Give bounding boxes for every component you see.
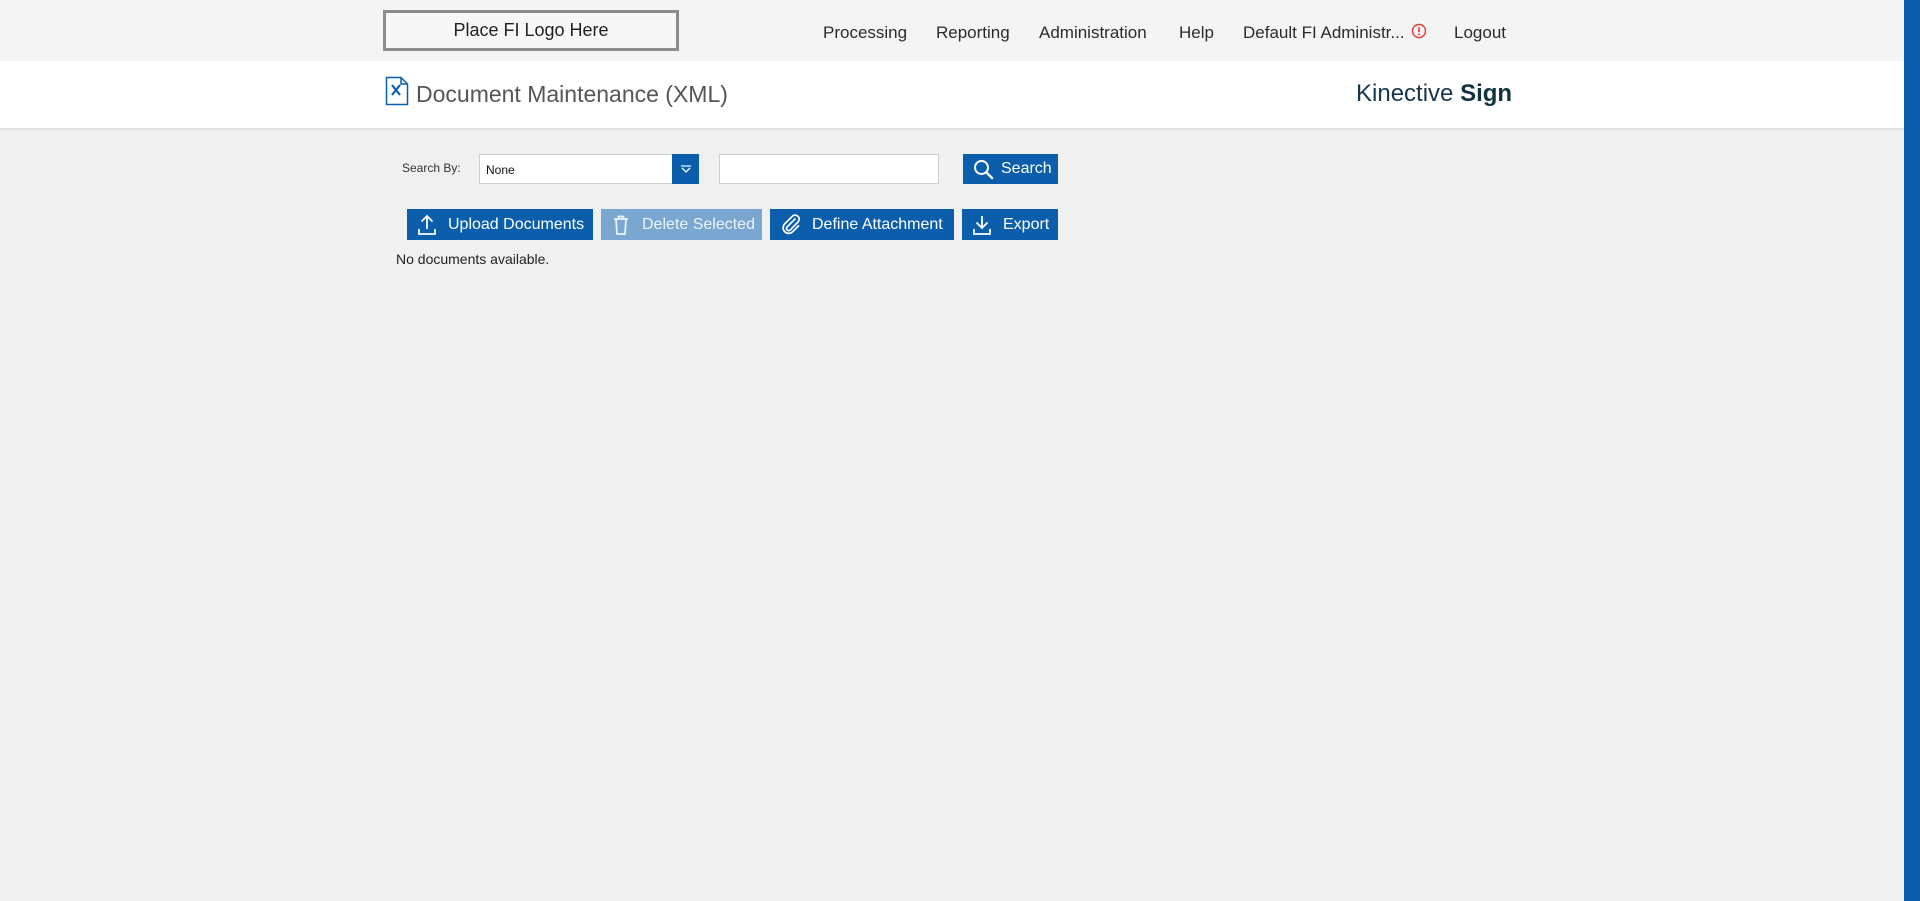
search-by-label: Search By:: [402, 161, 461, 175]
export-button[interactable]: Export: [962, 209, 1058, 240]
page-title: Document Maintenance (XML): [416, 81, 728, 107]
paperclip-icon: [780, 213, 802, 236]
define-attachment-button[interactable]: Define Attachment: [770, 209, 954, 240]
delete-selected-button[interactable]: Delete Selected: [601, 209, 762, 240]
search-input[interactable]: [719, 154, 939, 184]
xml-document-icon: [385, 76, 409, 111]
search-by-value: None: [486, 163, 515, 177]
nav-administration[interactable]: Administration: [1039, 22, 1147, 44]
brand-logo: Kinective Sign: [1356, 80, 1512, 108]
upload-documents-button[interactable]: Upload Documents: [407, 209, 593, 240]
chevron-down-icon: [680, 160, 692, 178]
dropdown-toggle[interactable]: [672, 154, 699, 184]
search-icon: [973, 159, 994, 180]
nav-logout[interactable]: Logout: [1454, 22, 1506, 44]
download-icon: [972, 214, 992, 236]
page-header: [0, 61, 1904, 128]
upload-icon: [417, 214, 437, 236]
search-by-select[interactable]: None: [479, 154, 699, 184]
alert-icon: [1411, 23, 1427, 44]
trash-icon: [611, 214, 631, 236]
search-button[interactable]: Search: [963, 154, 1058, 184]
delete-selected-label: Delete Selected: [642, 215, 755, 233]
upload-documents-label: Upload Documents: [448, 215, 585, 233]
define-attachment-label: Define Attachment: [812, 215, 943, 233]
right-edge-bar: [1904, 0, 1920, 901]
brand-name-bold: Sign: [1460, 80, 1513, 107]
fi-logo-placeholder[interactable]: Place FI Logo Here: [383, 10, 679, 51]
logo-text: Place FI Logo Here: [453, 20, 609, 40]
nav-user-menu[interactable]: Default FI Administr...: [1243, 22, 1427, 44]
nav-help[interactable]: Help: [1179, 22, 1214, 44]
user-name: Default FI Administr...: [1243, 23, 1405, 42]
nav-reporting[interactable]: Reporting: [936, 22, 1010, 44]
export-label: Export: [1003, 215, 1050, 233]
brand-name-light: Kinective: [1356, 80, 1461, 107]
empty-documents-message: No documents available.: [396, 251, 550, 267]
search-button-label: Search: [1001, 160, 1052, 177]
nav-processing[interactable]: Processing: [823, 22, 907, 44]
